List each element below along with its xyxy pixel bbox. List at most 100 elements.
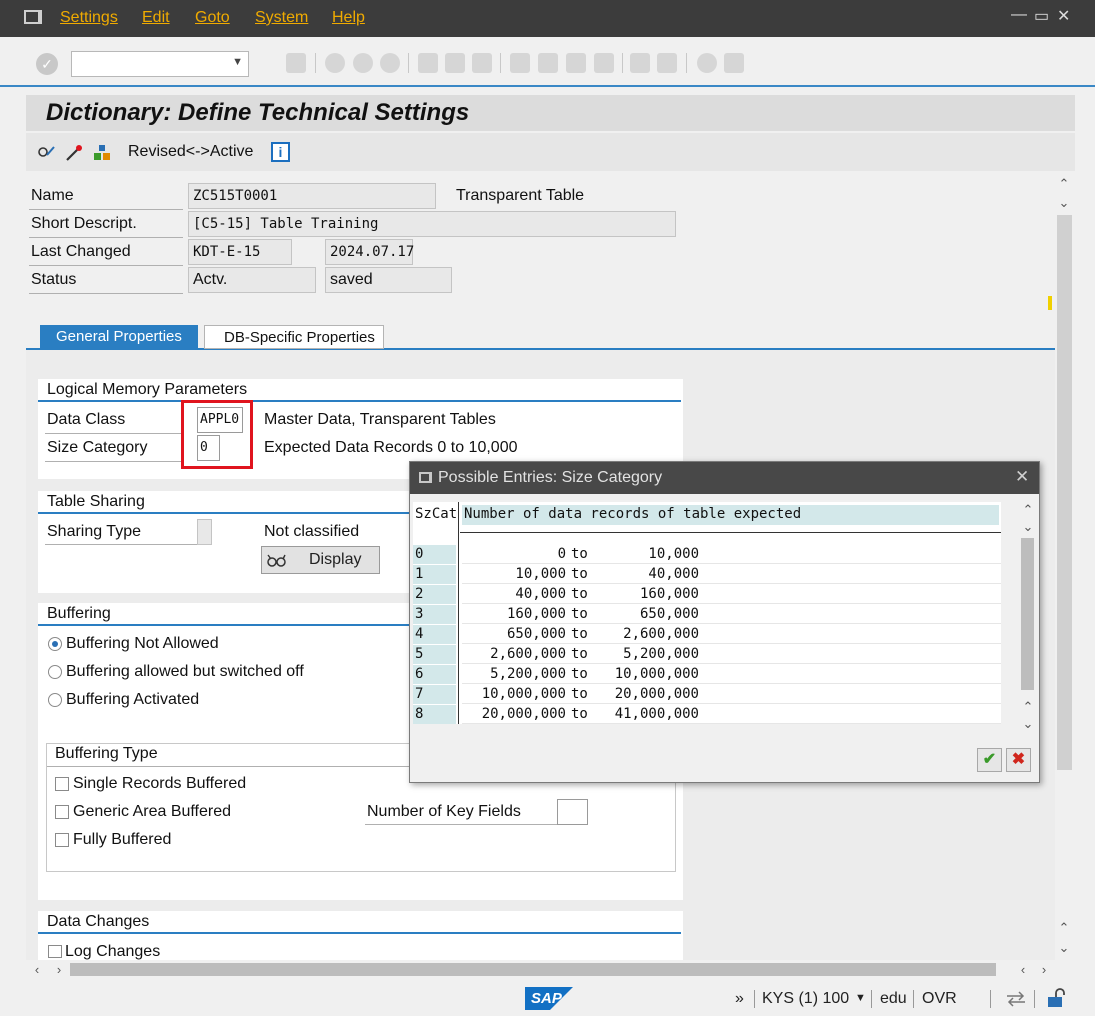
buffering-activated-label[interactable]: Buffering Activated	[66, 691, 199, 709]
menu-settings[interactable]: Settings	[60, 9, 118, 27]
revised-active-button[interactable]: Revised<->Active	[128, 143, 253, 161]
generic-area-label[interactable]: Generic Area Buffered	[73, 803, 231, 821]
scroll-right-arrow[interactable]: ›	[1037, 962, 1051, 977]
entry-row[interactable]: 0 0 to 10,000	[413, 545, 1001, 565]
minimize-button[interactable]: —	[1011, 6, 1027, 24]
print-icon[interactable]	[418, 53, 438, 73]
scroll-down-arrow[interactable]: ⌄	[1057, 195, 1071, 211]
entry-description[interactable]: 2,600,000 to 5,200,000	[462, 645, 1001, 664]
back-icon[interactable]	[325, 53, 345, 73]
short-description-field[interactable]: [C5-15] Table Training	[188, 211, 676, 237]
entry-row[interactable]: 6 5,200,000 to 10,000,000	[413, 665, 1001, 685]
info-icon[interactable]: i	[271, 142, 290, 162]
scroll-down-arrow[interactable]: ⌄	[1057, 940, 1071, 956]
menu-app-icon[interactable]	[24, 10, 42, 24]
new-session-icon[interactable]	[630, 53, 650, 73]
entry-category[interactable]: 5	[413, 645, 456, 664]
entry-category[interactable]: 8	[413, 705, 456, 724]
single-records-checkbox[interactable]	[55, 777, 69, 791]
next-page-icon[interactable]	[566, 53, 586, 73]
display-button[interactable]: Display	[261, 546, 380, 574]
save-icon[interactable]	[286, 53, 306, 73]
insert-mode[interactable]: OVR	[922, 990, 957, 1008]
entry-category[interactable]: 1	[413, 565, 456, 584]
activate-wand-icon[interactable]	[64, 143, 84, 163]
last-page-icon[interactable]	[594, 53, 614, 73]
close-window-button[interactable]: ✕	[1057, 6, 1070, 26]
last-changed-user-field[interactable]: KDT-E-15	[188, 239, 292, 265]
entry-row[interactable]: 3 160,000 to 650,000	[413, 605, 1001, 625]
horizontal-scrollbar[interactable]	[70, 963, 996, 976]
entry-row[interactable]: 2 40,000 to 160,000	[413, 585, 1001, 605]
entry-category[interactable]: 3	[413, 605, 456, 624]
display-change-icon[interactable]	[36, 143, 56, 163]
first-page-icon[interactable]	[510, 53, 530, 73]
dialog-scroll-up[interactable]: ⌃	[1021, 502, 1035, 518]
entry-row[interactable]: 8 20,000,000 to 41,000,000	[413, 705, 1001, 725]
dialog-close-icon[interactable]: ✕	[1015, 467, 1029, 487]
generic-area-checkbox[interactable]	[55, 805, 69, 819]
entry-row[interactable]: 1 10,000 to 40,000	[413, 565, 1001, 585]
log-changes-label[interactable]: Log Changes	[65, 943, 160, 960]
confirm-button[interactable]: ✔	[977, 748, 1002, 772]
find-next-icon[interactable]	[472, 53, 492, 73]
shortcut-icon[interactable]	[657, 53, 677, 73]
column-header-szcat[interactable]: SzCat	[413, 505, 457, 525]
tab-general-properties[interactable]: General Properties	[40, 325, 198, 349]
scroll-up-arrow[interactable]: ⌃	[1057, 920, 1071, 936]
status-field[interactable]: Actv.	[188, 267, 316, 293]
find-icon[interactable]	[445, 53, 465, 73]
entry-row[interactable]: 5 2,600,000 to 5,200,000	[413, 645, 1001, 665]
scroll-right-arrow[interactable]: ›	[52, 962, 66, 977]
fully-buffered-checkbox[interactable]	[55, 833, 69, 847]
entry-category[interactable]: 4	[413, 625, 456, 644]
entry-description[interactable]: 10,000 to 40,000	[462, 565, 1001, 584]
buffering-activated-radio[interactable]	[48, 693, 62, 707]
system-dropdown-icon[interactable]: ▼	[855, 992, 866, 1004]
entry-row[interactable]: 7 10,000,000 to 20,000,000	[413, 685, 1001, 705]
entry-description[interactable]: 40,000 to 160,000	[462, 585, 1001, 604]
previous-page-icon[interactable]	[538, 53, 558, 73]
layout-icon[interactable]	[724, 53, 744, 73]
vertical-scrollbar[interactable]	[1057, 215, 1072, 770]
dialog-vertical-scrollbar[interactable]	[1021, 538, 1034, 690]
entry-description[interactable]: 0 to 10,000	[462, 545, 1001, 564]
menu-edit[interactable]: Edit	[142, 9, 170, 27]
log-changes-checkbox[interactable]	[48, 945, 62, 958]
last-changed-date-field[interactable]: 2024.07.17	[325, 239, 414, 265]
buffering-switched-off-label[interactable]: Buffering allowed but switched off	[66, 663, 304, 681]
exit-icon[interactable]	[353, 53, 373, 73]
tab-db-specific-properties[interactable]: DB-Specific Properties	[204, 325, 384, 349]
lock-icon[interactable]	[1045, 988, 1067, 1008]
entry-row[interactable]: 4 650,000 to 2,600,000	[413, 625, 1001, 645]
entry-description[interactable]: 10,000,000 to 20,000,000	[462, 685, 1001, 704]
entry-description[interactable]: 650,000 to 2,600,000	[462, 625, 1001, 644]
entry-category[interactable]: 7	[413, 685, 456, 704]
status-expand-chevrons[interactable]: »	[735, 990, 744, 1008]
key-fields-input[interactable]	[557, 799, 588, 825]
scroll-left-arrow[interactable]: ‹	[30, 962, 44, 977]
entry-description[interactable]: 5,200,000 to 10,000,000	[462, 665, 1001, 684]
fully-buffered-label[interactable]: Fully Buffered	[73, 831, 171, 849]
menu-system[interactable]: System	[255, 9, 308, 27]
help-icon[interactable]	[697, 53, 717, 73]
entry-description[interactable]: 20,000,000 to 41,000,000	[462, 705, 1001, 724]
maximize-button[interactable]: ▭	[1034, 6, 1049, 26]
enter-check-icon[interactable]: ✓	[36, 53, 58, 75]
cancel-icon[interactable]	[380, 53, 400, 73]
column-header-description[interactable]: Number of data records of table expected	[462, 505, 999, 525]
menu-goto[interactable]: Goto	[195, 9, 230, 27]
system-info[interactable]: KYS (1) 100	[762, 990, 849, 1008]
dialog-scroll-down[interactable]: ⌄	[1021, 716, 1035, 732]
entry-category[interactable]: 6	[413, 665, 456, 684]
entry-category[interactable]: 2	[413, 585, 456, 604]
buffering-switched-off-radio[interactable]	[48, 665, 62, 679]
entry-description[interactable]: 160,000 to 650,000	[462, 605, 1001, 624]
name-field[interactable]: ZC515T0001	[188, 183, 436, 209]
object-hierarchy-icon[interactable]	[92, 143, 112, 163]
scroll-up-arrow[interactable]: ⌃	[1057, 176, 1071, 192]
status-saved-field[interactable]: saved	[325, 267, 452, 293]
cancel-button[interactable]: ✖	[1006, 748, 1031, 772]
dialog-scroll-down[interactable]: ⌄	[1021, 519, 1035, 535]
sharing-type-field[interactable]	[197, 519, 212, 545]
